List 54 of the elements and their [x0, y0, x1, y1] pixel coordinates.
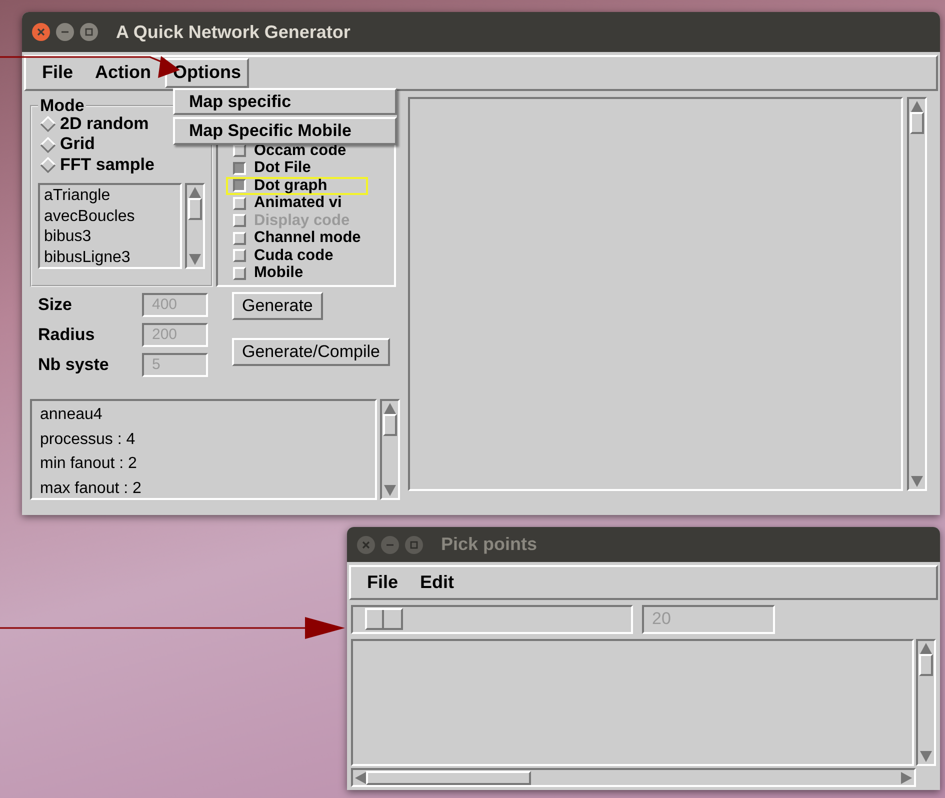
radio-label[interactable]: 2D random [60, 114, 149, 134]
menu-item[interactable]: File [34, 58, 82, 88]
radio-button[interactable] [40, 116, 56, 132]
minimize-button[interactable] [56, 23, 74, 41]
checkbox-label[interactable]: Cuda code [254, 248, 334, 264]
checkbox-label[interactable]: Mobile [254, 265, 304, 282]
horizontal-scrollbar[interactable] [351, 768, 916, 787]
menu-option[interactable]: Map Specific Mobile [173, 117, 397, 144]
maximize-button[interactable] [80, 23, 98, 41]
menu-option[interactable]: Map specific [173, 88, 397, 116]
window-title: A Quick Network Generator [116, 20, 350, 44]
menu-item[interactable]: Edit [412, 568, 462, 598]
checkbox[interactable] [233, 179, 246, 192]
action-button[interactable]: Generate/Compile [232, 338, 390, 366]
close-icon [35, 26, 47, 38]
group-title: Mode [39, 97, 86, 114]
slider-thumb[interactable] [365, 608, 403, 630]
window-title: Pick points [441, 533, 538, 556]
output-line: min fanout : 2 [40, 454, 138, 474]
action-button[interactable]: Generate [232, 292, 323, 320]
checkbox-label[interactable]: Channel mode [254, 230, 361, 246]
checkbox-label[interactable]: Dot File [254, 160, 311, 176]
checkbox[interactable] [233, 162, 246, 175]
radio-label[interactable]: FFT sample [60, 154, 154, 176]
menu-item[interactable]: Options [165, 58, 250, 88]
list-item[interactable]: bibusLigne3 [44, 248, 176, 268]
output-line: processus : 4 [40, 430, 136, 450]
checkbox-label[interactable]: Dot graph [254, 178, 328, 194]
output-line: max fanout : 2 [40, 478, 142, 498]
field-label: Radius [38, 324, 96, 346]
checkbox-label[interactable]: Occam code [254, 142, 346, 159]
list-item[interactable]: aTriangle [44, 186, 176, 207]
field-label: Size [38, 294, 74, 316]
menu-item[interactable]: File [359, 568, 406, 598]
vertical-scrollbar[interactable] [916, 639, 936, 766]
maximize-icon [83, 26, 95, 38]
radio-button[interactable] [40, 136, 56, 153]
checkbox-label[interactable]: Animated vi [254, 195, 342, 212]
radio-label[interactable]: Grid [60, 134, 95, 155]
vertical-scrollbar[interactable] [380, 399, 400, 500]
list-item[interactable]: bibus3 [44, 227, 176, 248]
close-button[interactable] [32, 23, 50, 41]
slider-track[interactable] [351, 605, 633, 634]
field-label: Nb syste [38, 354, 110, 376]
list-item[interactable]: avecBoucles [44, 206, 176, 228]
output-text-area[interactable]: anneau4 processus : 4 min fanout : 2 max fanout : 2 [30, 399, 378, 500]
maximize-icon [408, 538, 420, 550]
vertical-scrollbar[interactable] [907, 97, 927, 491]
close-icon [360, 538, 372, 550]
menu-item[interactable]: Action [87, 58, 160, 88]
radio-button[interactable] [40, 156, 56, 173]
file-list[interactable]: aTriangle avecBoucles bibus3 bibusLigne3 [38, 183, 182, 270]
output-line: anneau4 [40, 405, 104, 425]
vertical-scrollbar[interactable] [185, 183, 205, 270]
